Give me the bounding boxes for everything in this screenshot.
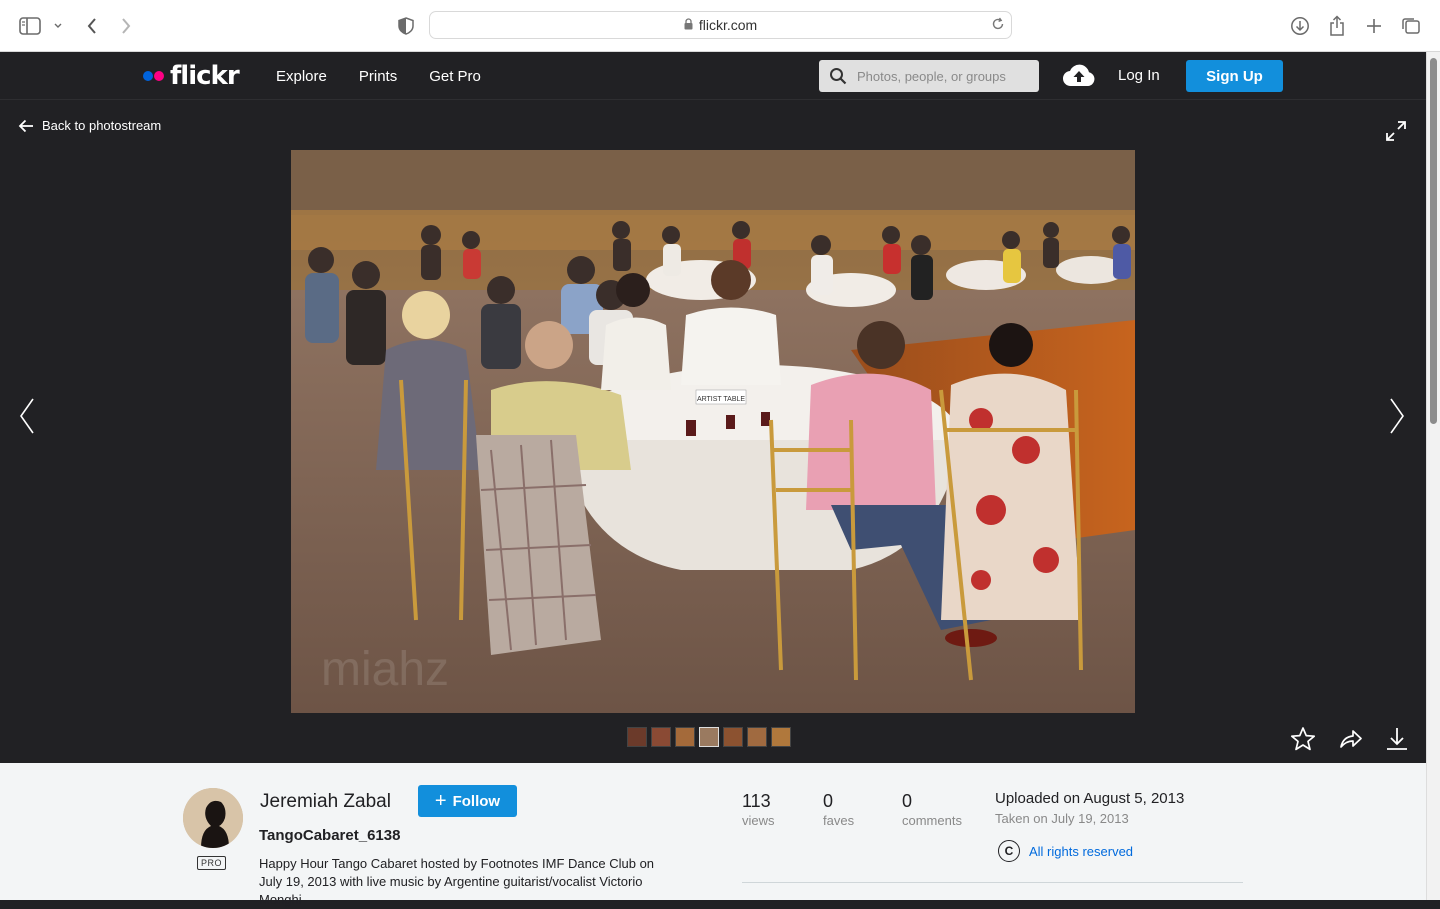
lock-icon [684, 17, 693, 33]
privacy-shield-icon[interactable] [394, 14, 418, 38]
pro-badge: PRO [197, 856, 226, 870]
chevron-down-icon[interactable] [48, 14, 68, 38]
owner-name[interactable]: Jeremiah Zabal [260, 791, 391, 813]
downloads-icon[interactable] [1288, 14, 1312, 38]
share-icon[interactable] [1325, 14, 1349, 38]
license-label: All rights reserved [1029, 843, 1134, 859]
faves-count: 0 [823, 791, 834, 811]
comments-count: 0 [902, 791, 913, 811]
search-input[interactable] [857, 68, 1037, 84]
fave-star-icon[interactable] [1290, 726, 1316, 757]
taken-date: Taken on July 19, 2013 [995, 811, 1129, 826]
avatar[interactable] [183, 788, 243, 848]
back-label: Back to photostream [42, 118, 162, 133]
nav-prints[interactable]: Prints [359, 68, 397, 85]
thumbnail[interactable] [771, 727, 791, 747]
address-bar[interactable]: flickr.com [429, 11, 1012, 39]
logo-blue-dot [143, 71, 153, 81]
stat-faves: 0 faves [823, 791, 854, 828]
search-icon[interactable] [829, 67, 847, 85]
follow-label: Follow [452, 792, 501, 810]
scrollbar-thumb[interactable] [1430, 58, 1437, 424]
photo-title: TangoCabaret_6138 [259, 827, 401, 844]
back-icon[interactable] [80, 14, 104, 38]
upload-date: Uploaded on August 5, 2013 [995, 790, 1185, 807]
license-link[interactable]: C All rights reserved [998, 840, 1133, 862]
divider [742, 882, 1243, 883]
nav-get-pro[interactable]: Get Pro [429, 68, 481, 85]
copyright-icon: C [998, 840, 1020, 862]
next-photo-icon[interactable] [1386, 396, 1408, 441]
thumbnail-strip [627, 727, 791, 747]
previous-photo-icon[interactable] [16, 396, 38, 441]
site-header: flickr Explore Prints Get Pro Log In Sig… [0, 52, 1426, 100]
nav-explore[interactable]: Explore [276, 68, 327, 85]
thumbnail[interactable] [627, 727, 647, 747]
back-to-photostream-link[interactable]: Back to photostream [18, 118, 161, 133]
fullscreen-icon[interactable] [1384, 119, 1408, 148]
download-icon[interactable] [1385, 726, 1409, 757]
thumbnail-current[interactable] [699, 727, 719, 747]
plus-icon: + [434, 790, 447, 812]
stat-comments: 0 comments [902, 791, 962, 828]
logo-pink-dot [154, 71, 164, 81]
page-scrollbar[interactable] [1426, 52, 1440, 900]
views-label: views [742, 813, 775, 828]
url-text: flickr.com [698, 17, 758, 33]
upload-cloud-icon[interactable] [1062, 64, 1096, 93]
thumbnail[interactable] [675, 727, 695, 747]
views-count: 113 [742, 791, 771, 811]
flickr-logo[interactable]: flickr [143, 61, 240, 91]
thumbnail[interactable] [723, 727, 743, 747]
sidebar-toggle-icon[interactable] [18, 14, 42, 38]
share-arrow-icon[interactable] [1338, 726, 1364, 757]
arrow-left-icon [18, 119, 33, 132]
photo-description: Happy Hour Tango Cabaret hosted by Footn… [259, 856, 655, 907]
table-placard: ARTIST TABLE [697, 396, 745, 403]
comments-label: comments [902, 813, 962, 828]
signup-button[interactable]: Sign Up [1186, 60, 1283, 92]
follow-button[interactable]: + Follow [418, 785, 517, 817]
thumbnail[interactable] [651, 727, 671, 747]
photo-info-panel: PRO Jeremiah Zabal + Follow TangoCabaret… [0, 763, 1426, 907]
logo-text: flickr [170, 61, 240, 91]
stat-views: 113 views [742, 791, 775, 828]
new-tab-icon[interactable] [1362, 14, 1386, 38]
photo-viewer: Back to photostream ARTIST TABLE miahz [0, 100, 1426, 763]
login-link[interactable]: Log In [1118, 67, 1160, 84]
search-box [819, 60, 1039, 92]
forward-icon[interactable] [114, 14, 138, 38]
reload-icon[interactable] [991, 17, 1005, 34]
main-nav: Explore Prints Get Pro [276, 52, 513, 100]
main-photo[interactable]: ARTIST TABLE miahz [291, 150, 1135, 713]
watermark: miahz [321, 643, 449, 696]
thumbnail[interactable] [747, 727, 767, 747]
tab-overview-icon[interactable] [1399, 14, 1423, 38]
faves-label: faves [823, 813, 855, 828]
browser-toolbar: flickr.com [0, 0, 1440, 52]
